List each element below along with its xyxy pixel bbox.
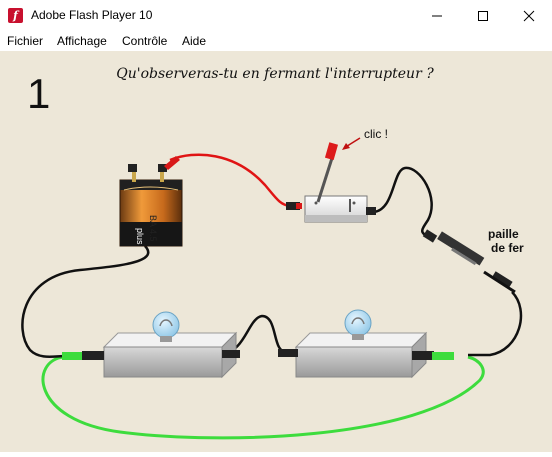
straw-label-line1: paille xyxy=(488,227,519,241)
menu-fichier[interactable]: Fichier xyxy=(7,34,43,48)
menu-bar: Fichier Affichage Contrôle Aide xyxy=(0,31,552,52)
right-bulb-box xyxy=(278,309,454,379)
straw-label-line2: de fer xyxy=(491,241,524,255)
close-button[interactable] xyxy=(506,0,552,31)
flash-app-icon: f xyxy=(8,8,23,23)
switch-lever[interactable] xyxy=(316,154,335,203)
flash-player-window: f Adobe Flash Player 10 Fichier Affichag… xyxy=(0,0,552,452)
right-bulb xyxy=(344,309,372,337)
clic-label: clic ! xyxy=(364,127,388,141)
battery-brand-label: BA 4.5 xyxy=(148,215,158,242)
minimize-button[interactable] xyxy=(414,0,460,31)
window-title: Adobe Flash Player 10 xyxy=(31,8,153,22)
left-bulb-box xyxy=(62,311,240,379)
minimize-icon xyxy=(432,15,442,16)
maximize-button[interactable] xyxy=(460,0,506,31)
red-wire xyxy=(169,153,291,208)
title-bar: f Adobe Flash Player 10 xyxy=(0,0,552,31)
menu-affichage[interactable]: Affichage xyxy=(57,34,107,48)
switch-red-handle[interactable] xyxy=(324,142,339,161)
menu-aide[interactable]: Aide xyxy=(182,34,206,48)
menu-controle[interactable]: Contrôle xyxy=(122,34,167,48)
question-text: Qu'observeras-tu en fermant l'interrupte… xyxy=(116,66,434,82)
switch[interactable] xyxy=(286,142,376,223)
battery-plus-label: plus xyxy=(135,228,145,245)
close-icon xyxy=(523,10,535,21)
step-number: 1 xyxy=(27,70,50,117)
clic-arrow-head xyxy=(342,143,350,150)
battery: BA 4.5 plus xyxy=(119,156,183,247)
black-wire-switch-straw xyxy=(371,166,433,240)
black-wire-straw-right xyxy=(468,291,523,357)
flash-stage[interactable]: 1 Qu'observeras-tu en fermant l'interrup… xyxy=(0,51,552,452)
circuit-scene: 1 Qu'observeras-tu en fermant l'interrup… xyxy=(21,66,524,440)
maximize-icon xyxy=(478,10,488,21)
left-bulb xyxy=(152,311,180,339)
